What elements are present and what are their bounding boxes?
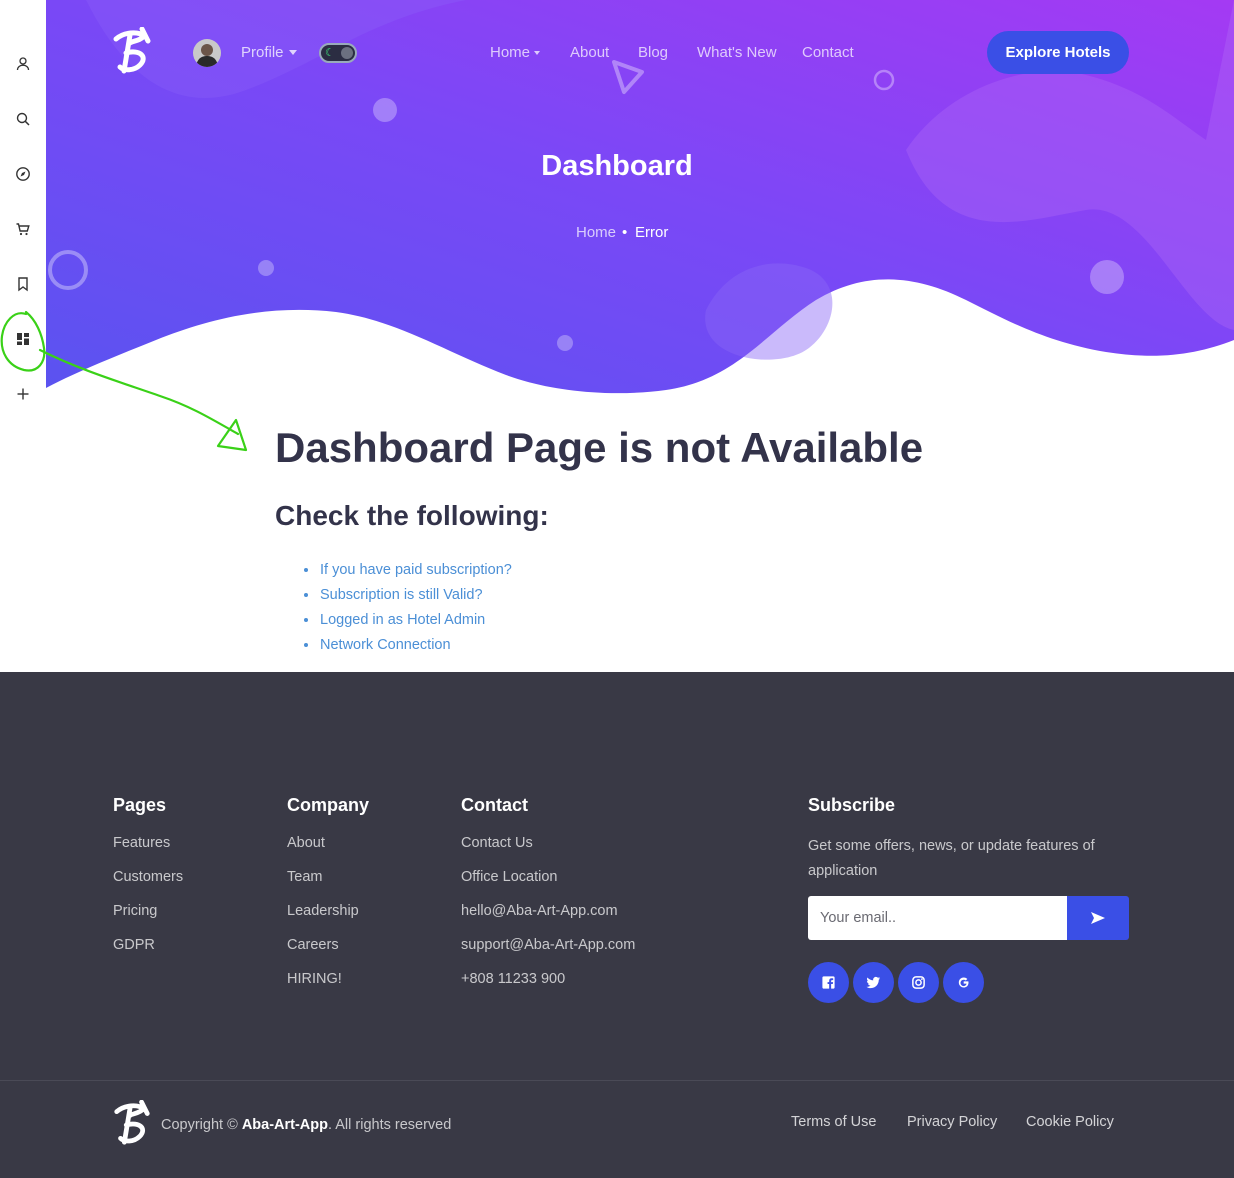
chevron-down-icon[interactable] <box>534 51 540 55</box>
profile-menu-label[interactable]: Profile <box>241 44 284 61</box>
nav-about[interactable]: About <box>570 44 609 61</box>
nav-home[interactable]: Home <box>490 44 530 61</box>
error-heading: Dashboard Page is not Available <box>275 424 924 471</box>
breadcrumb-current: Error <box>635 224 669 241</box>
list-item[interactable]: Network Connection <box>303 635 512 660</box>
copyright-prefix: Copyright © <box>161 1117 238 1133</box>
sidebar-item-dashboard[interactable] <box>11 327 35 351</box>
footer-contact-heading: Contact <box>461 795 528 815</box>
sidebar-item-cart[interactable] <box>11 217 35 241</box>
footer-link-support-email[interactable]: support@Aba-Art-App.com <box>461 937 635 953</box>
facebook-icon <box>822 976 835 990</box>
compass-icon <box>16 167 30 181</box>
list-item[interactable]: If you have paid subscription? <box>303 560 512 585</box>
facebook-button[interactable] <box>808 962 849 1003</box>
subscribe-description: Get some offers, news, or update feature… <box>808 838 1095 879</box>
twitter-button[interactable] <box>853 962 894 1003</box>
page-title: Dashboard <box>541 150 693 182</box>
checklist: If you have paid subscription? Subscript… <box>303 560 512 660</box>
user-icon <box>16 57 30 71</box>
breadcrumb-home[interactable]: Home <box>576 224 616 241</box>
dashboard-icon <box>17 333 29 345</box>
list-item[interactable]: Logged in as Hotel Admin <box>303 610 512 635</box>
footer-link-gdpr[interactable]: GDPR <box>113 937 155 953</box>
footer-divider <box>0 1080 1234 1081</box>
sidebar-item-search[interactable] <box>11 107 35 131</box>
footer-company-heading: Company <box>287 795 370 815</box>
privacy-link[interactable]: Privacy Policy <box>907 1114 997 1130</box>
cart-icon <box>16 223 30 236</box>
footer-link-hiring[interactable]: HIRING! <box>287 971 342 987</box>
footer-link-about[interactable]: About <box>287 835 325 851</box>
google-button[interactable] <box>943 962 984 1003</box>
brand-logo[interactable] <box>110 27 154 79</box>
copyright-text: Copyright © Aba-Art-App. All rights rese… <box>161 1117 451 1133</box>
twitter-icon <box>866 976 881 989</box>
send-icon <box>1091 912 1105 924</box>
footer-link-phone[interactable]: +808 11233 900 <box>461 971 565 987</box>
toggle-knob <box>341 47 353 59</box>
sidebar-item-profile[interactable] <box>11 52 35 76</box>
subscribe-button[interactable] <box>1067 896 1129 940</box>
sidebar <box>0 0 46 420</box>
footer-link-features[interactable]: Features <box>113 835 170 851</box>
nav-whats-new[interactable]: What's New <box>697 44 777 61</box>
footer-pages-heading: Pages <box>113 795 167 815</box>
terms-link[interactable]: Terms of Use <box>791 1114 876 1130</box>
error-subheading: Check the following: <box>275 500 549 531</box>
footer-link-pricing[interactable]: Pricing <box>113 903 157 919</box>
footer-link-customers[interactable]: Customers <box>113 869 183 885</box>
list-item[interactable]: Subscription is still Valid? <box>303 585 512 610</box>
footer-link-careers[interactable]: Careers <box>287 937 339 953</box>
breadcrumb-separator: • <box>622 224 628 241</box>
instagram-icon <box>912 976 925 989</box>
explore-hotels-button[interactable]: Explore Hotels <box>987 31 1129 74</box>
cookie-link[interactable]: Cookie Policy <box>1026 1114 1114 1130</box>
footer-link-team[interactable]: Team <box>287 869 322 885</box>
footer: Pages Features Customers Pricing GDPR Co… <box>0 672 1234 1178</box>
avatar-image <box>193 39 221 67</box>
footer-subscribe-heading: Subscribe <box>808 795 896 815</box>
email-field[interactable] <box>808 896 1067 940</box>
footer-link-office-location[interactable]: Office Location <box>461 869 557 885</box>
footer-logo[interactable] <box>111 1100 153 1150</box>
nav-contact[interactable]: Contact <box>802 44 854 61</box>
plus-icon <box>17 388 29 400</box>
sidebar-item-explore[interactable] <box>11 162 35 186</box>
avatar[interactable] <box>193 39 221 67</box>
footer-link-leadership[interactable]: Leadership <box>287 903 359 919</box>
copyright-brand[interactable]: Aba-Art-App <box>242 1117 328 1133</box>
theme-toggle[interactable]: ☾ <box>319 43 357 63</box>
sidebar-item-bookmarks[interactable] <box>11 272 35 296</box>
chevron-down-icon[interactable] <box>289 50 297 55</box>
moon-icon: ☾ <box>325 47 335 59</box>
copyright-suffix: . All rights reserved <box>328 1117 452 1133</box>
footer-link-contact-us[interactable]: Contact Us <box>461 835 533 851</box>
google-icon <box>958 977 969 988</box>
sidebar-item-add[interactable] <box>11 382 35 406</box>
nav-blog[interactable]: Blog <box>638 44 668 61</box>
bookmark-icon <box>18 277 28 292</box>
search-icon <box>16 112 30 126</box>
footer-link-hello-email[interactable]: hello@Aba-Art-App.com <box>461 903 618 919</box>
instagram-button[interactable] <box>898 962 939 1003</box>
